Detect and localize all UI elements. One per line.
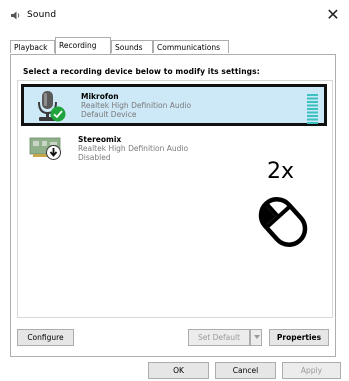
speaker-icon [11, 11, 20, 20]
properties-button[interactable]: Properties [269, 329, 329, 346]
level-meter [307, 94, 318, 124]
apply-button[interactable]: Apply [282, 362, 341, 379]
default-check-icon [50, 106, 66, 122]
title-bar: Sound ✕ [0, 0, 349, 31]
instruction-text: Select a recording device below to modif… [23, 67, 260, 76]
device-driver: Realtek High Definition Audio [78, 144, 189, 153]
set-default-dropdown[interactable] [250, 329, 262, 346]
tab-communications[interactable]: Communications [153, 40, 229, 53]
tab-recording[interactable]: Recording [55, 37, 111, 54]
ok-button[interactable]: OK [148, 362, 209, 379]
sound-dialog: Sound ✕ Playback Recording Sounds Commun… [0, 0, 349, 381]
set-default-button[interactable]: Set Default [188, 329, 250, 346]
chevron-down-icon [254, 335, 260, 339]
device-status: Disabled [78, 153, 111, 162]
device-name: Mikrofon [81, 92, 119, 101]
tab-sounds[interactable]: Sounds [111, 40, 153, 53]
mouse-double-click-icon [258, 197, 308, 247]
device-name: Stereomix [78, 135, 122, 144]
device-item-mikrofon[interactable]: Mikrofon Realtek High Definition Audio D… [21, 84, 327, 126]
close-icon: ✕ [326, 5, 340, 24]
device-status: Default Device [81, 110, 137, 119]
double-click-label: 2x [267, 159, 295, 184]
window-title: Sound [27, 10, 57, 20]
configure-button[interactable]: Configure [17, 329, 74, 346]
cancel-button[interactable]: Cancel [215, 362, 276, 379]
device-driver: Realtek High Definition Audio [81, 101, 192, 110]
tab-playback[interactable]: Playback [10, 40, 55, 53]
disabled-arrow-icon [46, 145, 61, 160]
close-button[interactable]: ✕ [325, 6, 341, 24]
